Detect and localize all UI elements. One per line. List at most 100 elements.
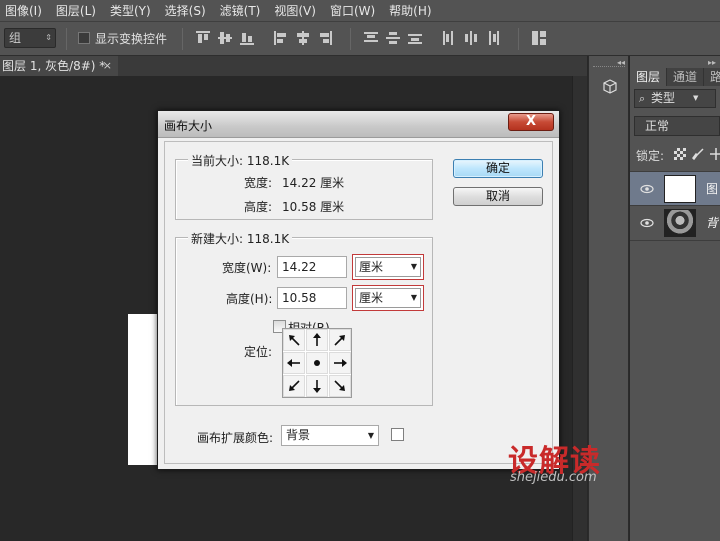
layers-panel-tabs: 图层 通道 路 — [630, 68, 720, 86]
align-vcenter-icon[interactable] — [218, 31, 232, 45]
blend-mode-dropdown[interactable]: 正常 — [634, 116, 720, 136]
arrow-down-right-icon — [334, 380, 345, 391]
width-input[interactable]: 14.22 — [277, 256, 347, 278]
arrow-up-left-icon — [289, 335, 300, 346]
anchor-bottom[interactable] — [306, 375, 328, 397]
panel-grip[interactable] — [593, 66, 625, 69]
distribute-right-icon[interactable] — [486, 31, 500, 45]
tab-layers[interactable]: 图层 — [630, 68, 668, 86]
close-icon: X — [526, 114, 537, 129]
visibility-eye-icon[interactable] — [640, 182, 654, 196]
height-unit-value: 厘米 — [359, 291, 384, 305]
current-width-label: 宽度: — [244, 176, 273, 190]
anchor-right[interactable] — [329, 352, 351, 374]
menu-select[interactable]: 选择(S) — [160, 2, 215, 19]
document-tab-bar: 图层 1, 灰色/8#) * × — [0, 56, 587, 76]
anchor-center[interactable] — [306, 352, 328, 374]
lock-label: 锁定: — [636, 149, 665, 163]
canvas-size-dialog: 画布大小 X 当前大小: 118.1K 宽度: 14.22 厘米 高度: 10.… — [157, 110, 560, 470]
lock-transparency-icon[interactable] — [674, 148, 686, 160]
auto-select-dropdown[interactable]: 组 ⇕ — [4, 28, 56, 48]
close-tab-icon[interactable]: × — [103, 56, 112, 76]
dialog-title: 画布大小 — [164, 119, 213, 133]
chevron-down-icon: ▼ — [410, 262, 417, 271]
extension-color-select[interactable]: 背景 ▼ — [281, 425, 379, 446]
new-size-title: 新建大小: 118.1K — [188, 230, 293, 247]
show-transform-checkbox[interactable] — [78, 32, 90, 44]
3d-cube-icon[interactable] — [601, 78, 619, 96]
tab-channels[interactable]: 通道 — [667, 68, 705, 86]
visibility-eye-icon[interactable] — [640, 216, 654, 230]
height-unit-select[interactable]: 厘米 ▼ — [352, 285, 424, 311]
layer-name: 背 — [706, 216, 719, 230]
align-bottom-icon[interactable] — [240, 31, 254, 45]
arrow-down-icon — [313, 380, 321, 393]
chevron-down-icon: ▼ — [410, 293, 417, 302]
document-tab-title: 图层 1, 灰色/8#) * — [2, 59, 106, 73]
document-canvas[interactable] — [128, 314, 160, 465]
width-input-value: 14.22 — [282, 260, 317, 274]
auto-align-icon[interactable] — [532, 31, 546, 45]
anchor-label: 定位: — [244, 345, 273, 359]
anchor-bottom-left[interactable] — [283, 375, 305, 397]
menu-image[interactable]: 图像(I) — [0, 2, 51, 19]
auto-select-value: 组 — [9, 31, 22, 45]
layer-filter-value: 类型 — [651, 91, 676, 105]
tab-paths[interactable]: 路 — [704, 68, 720, 86]
dialog-body: 当前大小: 118.1K 宽度: 14.22 厘米 高度: 10.58 厘米 新… — [164, 141, 553, 464]
document-tab[interactable]: 图层 1, 灰色/8#) * × — [0, 56, 118, 76]
width-unit-select[interactable]: 厘米 ▼ — [352, 254, 424, 280]
layers-panel: ▸▸ 图层 通道 路 ⌕ 类型 ▼ 正常 锁定: 图 背 — [630, 56, 720, 541]
arrow-right-icon — [334, 359, 347, 367]
distribute-vcenter-icon[interactable] — [386, 31, 400, 45]
menu-view[interactable]: 视图(V) — [269, 2, 325, 19]
dialog-title-bar[interactable]: 画布大小 X — [158, 111, 559, 138]
extension-color-swatch[interactable] — [391, 428, 404, 441]
dropdown-arrow-icon: ⇕ — [45, 33, 52, 42]
anchor-top[interactable] — [306, 329, 328, 351]
distribute-left-icon[interactable] — [442, 31, 456, 45]
chevron-down-icon: ▼ — [367, 431, 374, 440]
distribute-top-icon[interactable] — [364, 31, 378, 45]
distribute-hcenter-icon[interactable] — [464, 31, 478, 45]
layer-filter-dropdown[interactable]: ⌕ 类型 ▼ — [634, 89, 716, 108]
layer-name: 图 — [706, 182, 719, 196]
distribute-bottom-icon[interactable] — [408, 31, 422, 45]
watermark-url: shejiedu.com — [510, 470, 597, 485]
height-input[interactable]: 10.58 — [277, 287, 347, 309]
anchor-dot-icon — [314, 360, 320, 366]
chevron-down-icon: ▼ — [693, 94, 699, 102]
anchor-bottom-right[interactable] — [329, 375, 351, 397]
layer-row[interactable]: 背 — [630, 205, 720, 239]
options-bar: 组 ⇕ 显示变换控件 — [0, 22, 720, 56]
align-left-icon[interactable] — [274, 31, 288, 45]
menu-filter[interactable]: 滤镜(T) — [215, 2, 270, 19]
arrow-down-left-icon — [289, 380, 300, 391]
anchor-left[interactable] — [283, 352, 305, 374]
extension-color-value: 背景 — [286, 428, 311, 442]
align-top-icon[interactable] — [196, 31, 210, 45]
cancel-button[interactable]: 取消 — [453, 187, 543, 206]
arrow-up-icon — [313, 333, 321, 346]
height-input-value: 10.58 — [282, 291, 317, 305]
lock-move-icon[interactable] — [710, 148, 720, 160]
anchor-grid — [282, 328, 352, 398]
show-transform-label: 显示变换控件 — [95, 32, 168, 46]
anchor-top-left[interactable] — [283, 329, 305, 351]
menu-help[interactable]: 帮助(H) — [384, 2, 440, 19]
divider — [182, 28, 183, 50]
align-right-icon[interactable] — [318, 31, 332, 45]
menu-window[interactable]: 窗口(W) — [325, 2, 384, 19]
extension-color-label: 画布扩展颜色: — [197, 431, 274, 445]
menu-type[interactable]: 类型(Y) — [105, 2, 160, 19]
width-unit-value: 厘米 — [359, 260, 384, 274]
lock-brush-icon[interactable] — [692, 148, 704, 161]
height-unit-inner: 厘米 ▼ — [355, 288, 421, 308]
anchor-top-right[interactable] — [329, 329, 351, 351]
dialog-close-button[interactable]: X — [508, 113, 554, 131]
collapse-icon[interactable]: ▸▸ — [708, 58, 716, 67]
align-hcenter-icon[interactable] — [296, 31, 310, 45]
ok-button[interactable]: 确定 — [453, 159, 543, 178]
layer-row[interactable]: 图 — [630, 171, 720, 205]
menu-layer[interactable]: 图层(L) — [51, 2, 105, 19]
